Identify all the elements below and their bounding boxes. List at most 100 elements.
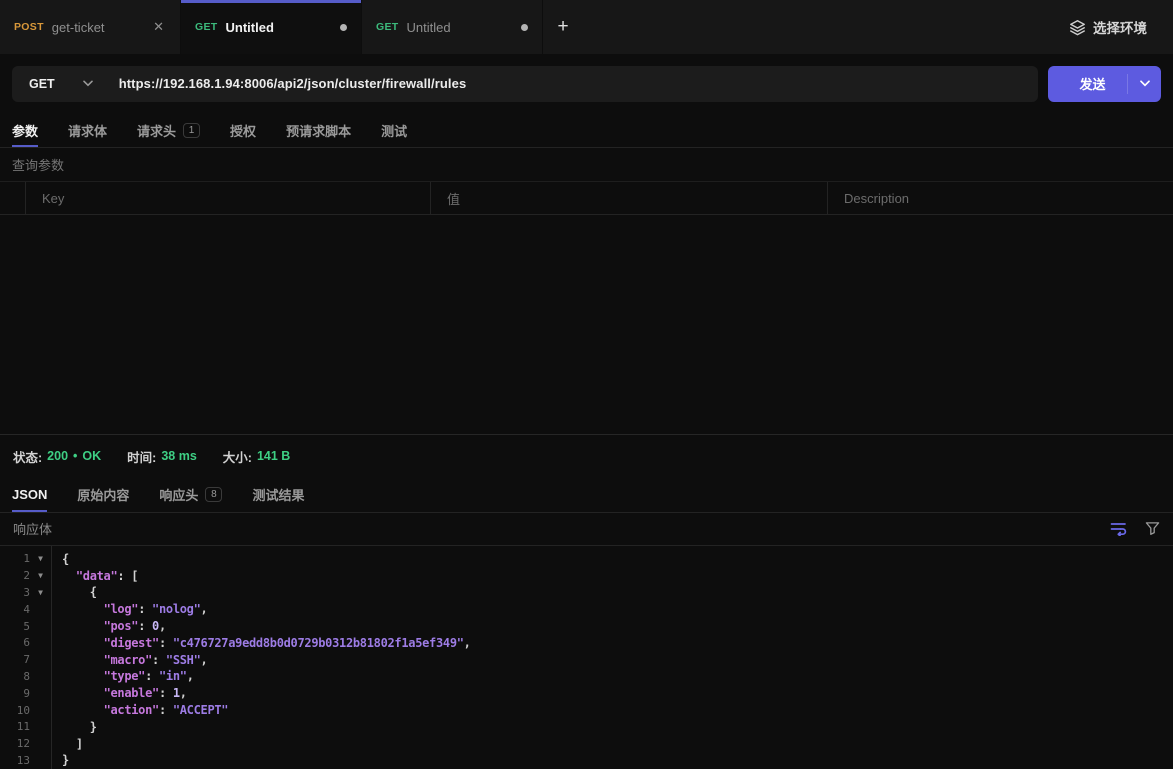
response-headers-count-badge: 8	[205, 487, 222, 502]
response-code[interactable]: 1▼{2▼ "data": [3▼ {4 "log": "nolog",5 "p…	[0, 546, 1173, 769]
tab-title: Untitled	[226, 20, 333, 35]
method-dropdown[interactable]: GET	[12, 77, 83, 91]
code-line: 12 ]	[0, 735, 1173, 752]
params-table-body	[0, 215, 1173, 434]
size-value: 141 B	[257, 449, 290, 463]
tab-label: 测试	[381, 121, 407, 140]
response-body-header: 响应体	[0, 513, 1173, 546]
request-tab-headers[interactable]: 请求头 1	[137, 113, 200, 147]
code-text: }	[51, 720, 97, 734]
query-params-section: 查询参数	[0, 148, 1173, 182]
word-wrap-icon[interactable]	[1110, 521, 1127, 536]
code-text: "macro": "SSH",	[51, 653, 207, 667]
line-number: 8	[0, 670, 30, 683]
code-line: 3▼ {	[0, 584, 1173, 601]
request-tabs: 参数 请求体 请求头 1 授权 预请求脚本 测试	[0, 113, 1173, 148]
method-label-get: GET	[195, 21, 218, 33]
response-tab-headers[interactable]: 响应头 8	[159, 478, 222, 512]
tab-label: 响应头	[159, 485, 198, 504]
line-number: 5	[0, 620, 30, 633]
code-line: 7 "macro": "SSH",	[0, 651, 1173, 668]
fold-caret-icon[interactable]: ▼	[30, 554, 51, 563]
query-params-title: 查询参数	[12, 155, 64, 174]
send-button-label: 发送	[1048, 74, 1127, 93]
new-tab-button[interactable]: +	[543, 0, 583, 54]
status-group: 状态: 200 • OK	[13, 447, 101, 466]
line-number: 11	[0, 720, 30, 733]
line-number: 10	[0, 704, 30, 717]
url-text[interactable]: https://192.168.1.94:8006/api2/json/clus…	[119, 76, 467, 91]
request-tab-params[interactable]: 参数	[12, 113, 38, 147]
unsaved-dot-icon	[521, 24, 528, 31]
response-body-tools	[1110, 521, 1160, 536]
column-header-key: Key	[26, 182, 431, 214]
response-tab-json[interactable]: JSON	[12, 478, 47, 512]
url-input[interactable]: GET https://192.168.1.94:8006/api2/json/…	[12, 66, 1038, 102]
line-number: 13	[0, 754, 30, 767]
tab-label: 请求体	[68, 121, 107, 140]
line-number: 7	[0, 653, 30, 666]
response-status-bar: 状态: 200 • OK 时间: 38 ms 大小: 141 B	[0, 434, 1173, 478]
unsaved-dot-icon	[340, 24, 347, 31]
status-code: 200	[47, 449, 68, 463]
size-label: 大小:	[223, 447, 252, 466]
response-tab-test-results[interactable]: 测试结果	[252, 478, 304, 512]
tab-label: 测试结果	[252, 485, 304, 504]
fold-caret-icon[interactable]: ▼	[30, 571, 51, 580]
tab-label: 原始内容	[77, 485, 129, 504]
code-line: 1▼{	[0, 551, 1173, 568]
env-selector[interactable]: 选择环境	[1043, 0, 1173, 54]
code-line: 4 "log": "nolog",	[0, 601, 1173, 618]
window-tab-get-ticket[interactable]: POST get-ticket ✕	[0, 0, 181, 54]
tabbar-spacer	[583, 0, 1043, 54]
column-header-description: Description	[828, 182, 1173, 214]
code-text: {	[51, 585, 97, 599]
line-number: 6	[0, 636, 30, 649]
status-label: 状态:	[13, 447, 42, 466]
filter-funnel-icon[interactable]	[1145, 521, 1160, 536]
code-text: }	[51, 753, 69, 767]
code-text: "type": "in",	[51, 669, 194, 683]
response-tab-raw[interactable]: 原始内容	[77, 478, 129, 512]
code-line: 11 }	[0, 718, 1173, 735]
size-group: 大小: 141 B	[223, 447, 291, 466]
gutter-divider	[51, 546, 52, 769]
column-header-value: 值	[431, 182, 828, 214]
request-tab-prescript[interactable]: 预请求脚本	[286, 113, 351, 147]
request-tab-auth[interactable]: 授权	[230, 113, 256, 147]
send-button[interactable]: 发送	[1048, 66, 1161, 102]
method-label-post: POST	[14, 21, 44, 33]
code-text: {	[51, 552, 69, 566]
tab-title: Untitled	[407, 20, 514, 35]
code-text: "digest": "c476727a9edd8b0d0729b0312b818…	[51, 636, 471, 650]
code-line: 6 "digest": "c476727a9edd8b0d0729b0312b8…	[0, 634, 1173, 651]
window-tab-bar: POST get-ticket ✕ GET Untitled GET Untit…	[0, 0, 1173, 54]
request-tab-tests[interactable]: 测试	[381, 113, 407, 147]
code-line: 10 "action": "ACCEPT"	[0, 702, 1173, 719]
tab-label: JSON	[12, 487, 47, 502]
close-icon[interactable]: ✕	[151, 19, 166, 35]
params-table-header: Key 值 Description	[0, 182, 1173, 215]
time-value: 38 ms	[161, 449, 196, 463]
env-selector-label: 选择环境	[1093, 17, 1147, 37]
time-group: 时间: 38 ms	[127, 447, 197, 466]
code-line: 13}	[0, 752, 1173, 769]
code-text: "log": "nolog",	[51, 602, 207, 616]
line-number: 2	[0, 569, 30, 582]
chevron-down-icon[interactable]	[83, 80, 93, 87]
fold-caret-icon[interactable]: ▼	[30, 588, 51, 597]
tab-title: get-ticket	[52, 20, 143, 35]
code-line: 2▼ "data": [	[0, 567, 1173, 584]
line-number: 12	[0, 737, 30, 750]
tab-label: 授权	[230, 121, 256, 140]
response-body-label: 响应体	[13, 519, 52, 538]
window-tab-untitled-1[interactable]: GET Untitled	[181, 0, 362, 54]
window-tab-untitled-2[interactable]: GET Untitled	[362, 0, 543, 54]
code-line: 5 "pos": 0,	[0, 618, 1173, 635]
status-text: OK	[82, 449, 101, 463]
code-text: "enable": 1,	[51, 686, 187, 700]
line-number: 3	[0, 586, 30, 599]
response-tabs: JSON 原始内容 响应头 8 测试结果	[0, 478, 1173, 513]
send-options-chevron-down-icon[interactable]	[1127, 74, 1161, 94]
request-tab-body[interactable]: 请求体	[68, 113, 107, 147]
